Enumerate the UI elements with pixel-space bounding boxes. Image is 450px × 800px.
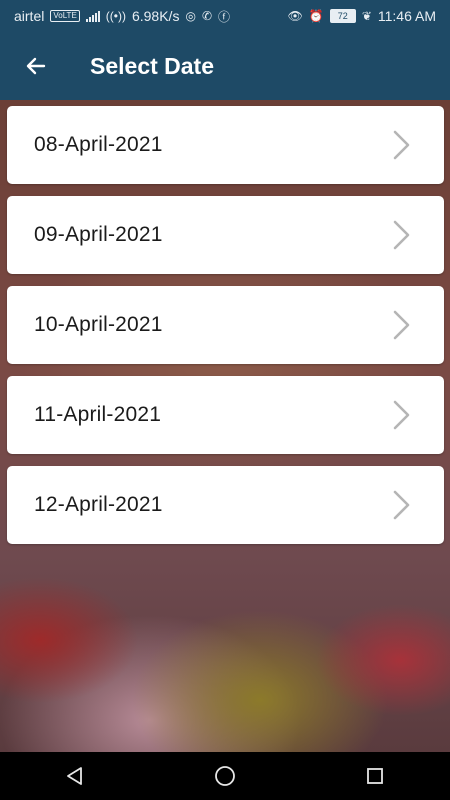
clock-label: 11:46 AM <box>377 8 436 24</box>
chevron-right-icon <box>393 490 410 520</box>
nav-home-button[interactable] <box>195 756 255 796</box>
facebook-icon: ⓕ <box>218 9 231 24</box>
eye-icon: 👁 <box>287 9 303 23</box>
date-list-area[interactable]: 08-April-2021 09-April-2021 10-April-202… <box>0 100 450 752</box>
carrier-label: airtel <box>14 8 45 24</box>
speed-label: 6.98K/s <box>131 8 180 24</box>
chevron-right-icon <box>393 310 410 340</box>
date-label: 08-April-2021 <box>34 133 163 156</box>
chevron-right-icon <box>393 400 410 430</box>
whatsapp-icon: ✆ <box>201 9 212 23</box>
volte-badge: VoLTE <box>50 10 80 22</box>
hotspot-icon: ((•)) <box>105 9 126 23</box>
date-item-08-april[interactable]: 08-April-2021 <box>7 106 444 184</box>
chevron-right-icon <box>393 130 410 160</box>
nav-recents-button[interactable] <box>345 756 405 796</box>
chevron-right-icon <box>393 220 410 250</box>
battery-icon: 72 <box>329 9 356 23</box>
page-title: Select Date <box>90 52 215 79</box>
triangle-back-icon <box>67 767 82 785</box>
square-recents-icon <box>367 768 383 784</box>
instagram-icon: ◎ <box>185 9 196 23</box>
date-item-12-april[interactable]: 12-April-2021 <box>7 466 444 544</box>
date-item-09-april[interactable]: 09-April-2021 <box>7 196 444 274</box>
date-item-10-april[interactable]: 10-April-2021 <box>7 286 444 364</box>
circle-home-icon <box>215 766 235 786</box>
date-list: 08-April-2021 09-April-2021 10-April-202… <box>7 106 444 556</box>
status-left: airtel VoLTE ((•)) 6.98K/s ◎ ✆ ⓕ <box>14 8 230 25</box>
alarm-icon: ⏰ <box>308 9 324 23</box>
status-bar: airtel VoLTE ((•)) 6.98K/s ◎ ✆ ⓕ 👁 ⏰ 72 … <box>0 0 450 32</box>
date-label: 11-April-2021 <box>34 403 162 426</box>
back-button[interactable] <box>8 38 64 94</box>
app-bar: Select Date <box>0 32 450 100</box>
arrow-left-icon <box>26 57 46 75</box>
date-label: 12-April-2021 <box>34 493 163 516</box>
status-right: 👁 ⏰ 72 ❦ 11:46 AM <box>288 8 436 24</box>
nav-back-button[interactable] <box>45 756 105 796</box>
leaf-icon: ❦ <box>361 9 372 23</box>
signal-icon <box>85 10 100 22</box>
date-item-11-april[interactable]: 11-April-2021 <box>7 376 444 454</box>
system-nav-bar <box>0 752 450 800</box>
date-label: 09-April-2021 <box>34 223 163 246</box>
date-label: 10-April-2021 <box>34 313 163 336</box>
